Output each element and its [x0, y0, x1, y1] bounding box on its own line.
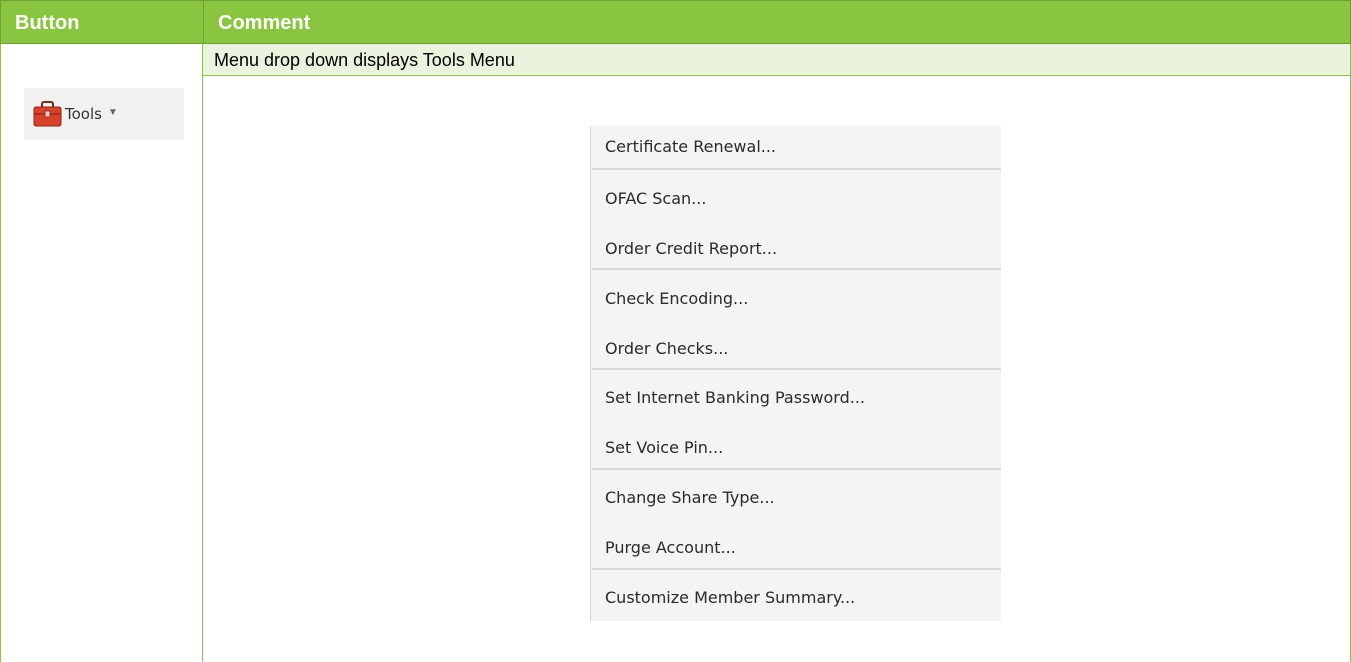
menu-item-certificate-renewal[interactable]: Certificate Renewal... [605, 137, 776, 156]
menu-item-ofac-scan[interactable]: OFAC Scan... [605, 189, 706, 208]
menu-item-check-encoding[interactable]: Check Encoding... [605, 289, 748, 308]
comment-text-cell: Menu drop down displays Tools Menu [203, 44, 1351, 76]
menu-separator [592, 268, 1001, 270]
tools-button[interactable]: Tools ▼ [24, 88, 184, 140]
menu-separator [592, 568, 1001, 570]
menu-item-purge-account[interactable]: Purge Account... [605, 538, 736, 557]
menu-separator [592, 368, 1001, 370]
menu-item-order-credit-report[interactable]: Order Credit Report... [605, 239, 777, 258]
tools-dropdown-menu: Certificate Renewal... OFAC Scan... Orde… [590, 126, 1001, 621]
chevron-down-icon: ▼ [107, 106, 118, 118]
tools-button-label: Tools [65, 105, 102, 123]
menu-separator [592, 168, 1001, 170]
header-button-column: Button [0, 1, 203, 43]
header-comment-column: Comment [203, 1, 1351, 43]
toolbox-icon [33, 101, 62, 127]
menu-item-set-internet-banking-password[interactable]: Set Internet Banking Password... [605, 388, 865, 407]
documentation-table: Button Comment Menu drop down displays T… [0, 0, 1351, 662]
menu-item-change-share-type[interactable]: Change Share Type... [605, 488, 775, 507]
menu-item-customize-member-summary[interactable]: Customize Member Summary... [605, 588, 855, 607]
menu-item-order-checks[interactable]: Order Checks... [605, 339, 728, 358]
table-header-row: Button Comment [0, 0, 1351, 44]
menu-item-set-voice-pin[interactable]: Set Voice Pin... [605, 438, 723, 457]
menu-separator [592, 468, 1001, 470]
